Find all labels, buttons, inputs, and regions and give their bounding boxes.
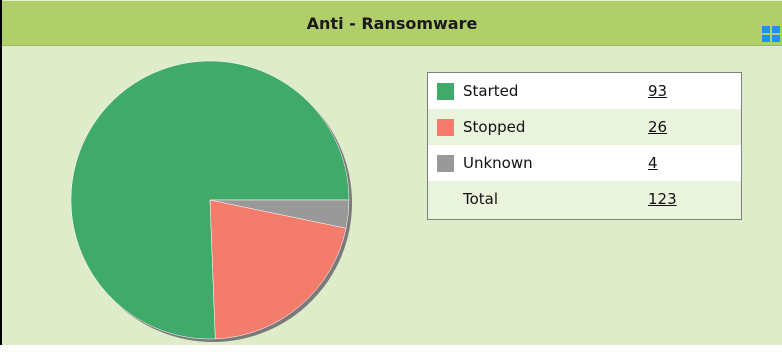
pie-chart xyxy=(64,56,359,348)
legend-swatch-started xyxy=(437,83,454,100)
legend-row-started: Started 93 xyxy=(428,73,741,109)
legend-value-unknown-link[interactable]: 4 xyxy=(648,145,658,181)
legend-table: Started 93 Stopped 26 Unknown 4 Total 12… xyxy=(427,72,742,220)
legend-swatch-unknown xyxy=(437,155,454,172)
widget-header: Anti - Ransomware xyxy=(2,0,782,46)
legend-row-total: Total 123 xyxy=(428,181,741,219)
anti-ransomware-widget: Anti - Ransomware Started 93 Stopped 26 … xyxy=(0,0,782,345)
legend-label-unknown: Unknown xyxy=(463,154,533,172)
grid-view-icon[interactable] xyxy=(762,26,782,42)
legend-value-started-link[interactable]: 93 xyxy=(648,73,667,109)
widget-title: Anti - Ransomware xyxy=(306,14,478,33)
legend-label-stopped: Stopped xyxy=(463,118,526,136)
legend-row-unknown: Unknown 4 xyxy=(428,145,741,181)
legend-value-stopped-link[interactable]: 26 xyxy=(648,109,667,145)
legend-row-stopped: Stopped 26 xyxy=(428,109,741,145)
legend-label-started: Started xyxy=(463,82,519,100)
pie-chart-svg xyxy=(70,60,352,342)
legend-swatch-stopped xyxy=(437,119,454,136)
legend-label-total: Total xyxy=(463,190,499,208)
legend-value-total-link[interactable]: 123 xyxy=(648,181,677,217)
